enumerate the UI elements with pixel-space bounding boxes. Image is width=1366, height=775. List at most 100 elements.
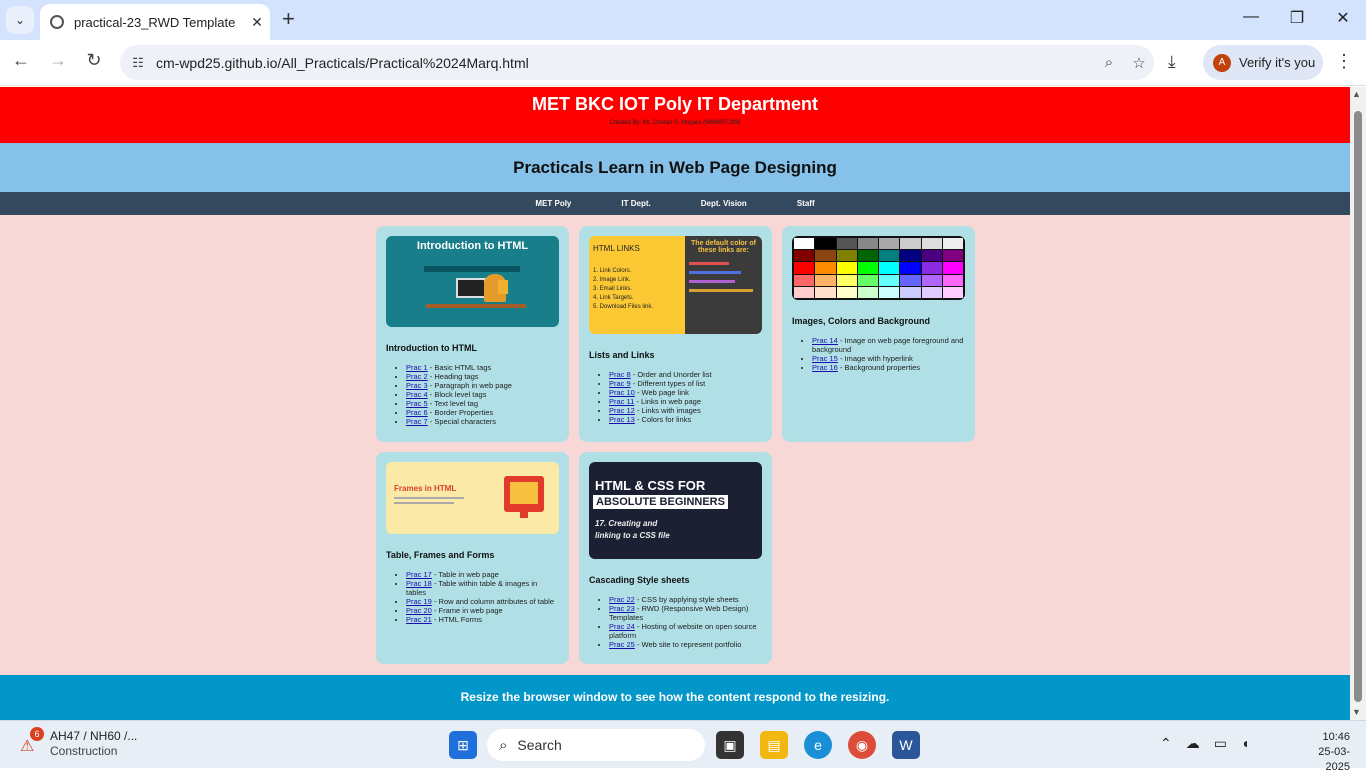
card-tables-frames: Frames in HTML Table, Frames and Forms P… [376,452,569,664]
prac-link[interactable]: Prac 12 [609,406,635,415]
close-window-button[interactable]: ✕ [1328,8,1358,28]
prac-link[interactable]: Prac 11 [609,397,634,406]
card-image[interactable]: HTML LINKS 1. Link Colors. 2. Image Link… [589,236,762,334]
prac-link[interactable]: Prac 23 [609,604,635,613]
onedrive-icon[interactable]: ☁ [1186,735,1200,752]
tray-chevron-icon[interactable]: ⌃ [1160,735,1172,752]
prac-link[interactable]: Prac 15 [812,354,838,363]
taskbar-search[interactable]: ⌕ Search [487,729,705,761]
prac-link[interactable]: Prac 25 [609,640,635,649]
prac-link[interactable]: Prac 4 [406,390,428,399]
color-table-image[interactable] [792,236,965,300]
tab-search-button[interactable]: ⌄ [6,6,34,34]
close-tab-icon[interactable]: ✕ [244,14,270,31]
list-item: Prac 1 - Basic HTML tags [406,363,559,372]
practical-list: Prac 22 - CSS by applying style sheets P… [589,595,762,649]
start-windows-icon[interactable]: ⊞ [449,731,477,759]
card-title: Cascading Style sheets [589,575,690,585]
prac-link[interactable]: Prac 13 [609,415,635,424]
browser-tab[interactable]: practical-23_RWD Template ✕ [40,4,270,40]
list-item: Prac 9 - Different types of list [609,379,762,388]
search-icon: ⌕ [499,736,508,754]
card-image[interactable]: Frames in HTML [386,462,559,534]
site-header: MET BKC IOT Poly IT Department Created B… [0,87,1350,143]
list-item: Prac 6 - Border Properties [406,408,559,417]
card-title: Images, Colors and Background [792,316,931,326]
taskbar: AH47 / NH60 /... Construction ⚠ 6 ⊞ ⌕ Se… [0,720,1366,773]
card-image[interactable]: HTML & CSS FOR ABSOLUTE BEGINNERS 17. Cr… [589,462,762,559]
profile-label: Verify it's you [1239,55,1316,70]
prac-link[interactable]: Prac 8 [609,370,631,379]
minimize-button[interactable]: — [1236,8,1266,26]
prac-link[interactable]: Prac 3 [406,381,428,390]
card-lists-links: HTML LINKS 1. Link Colors. 2. Image Link… [579,226,772,442]
reload-button[interactable]: ↻ [81,50,107,71]
card-intro-html: Introduction to HTML Introduction to HTM… [376,226,569,442]
nav-it-dept[interactable]: IT Dept. [596,199,675,208]
file-explorer-icon[interactable]: ▤ [760,731,788,759]
list-item: Prac 3 - Paragraph in web page [406,381,559,390]
zoom-icon[interactable]: ⌕ [1094,54,1124,71]
list-item: Prac 15 - Image with hyperlink [812,354,965,363]
profile-button[interactable]: A Verify it's you [1203,45,1323,80]
scroll-down-icon[interactable]: ▼ [1352,707,1361,717]
nav-dept-vision[interactable]: Dept. Vision [676,199,772,208]
restore-button[interactable]: ❐ [1282,8,1312,28]
clock[interactable]: 10:46 25-03-2025 [1300,730,1350,775]
word-icon[interactable]: W [892,731,920,759]
volume-icon[interactable]: ◖ [1241,735,1249,752]
prac-link[interactable]: Prac 17 [406,570,432,579]
prac-link[interactable]: Prac 18 [406,579,432,588]
page-scrollbar[interactable]: ▲ ▼ [1350,87,1366,720]
bookmark-star-icon[interactable]: ☆ [1124,54,1154,72]
prac-link[interactable]: Prac 22 [609,595,635,604]
prac-link[interactable]: Prac 21 [406,615,432,624]
omnibox[interactable]: ☷ cm-wpd25.github.io/All_Practicals/Prac… [120,45,1154,80]
image-caption-3: 17. Creating and linking to a CSS file [595,519,670,540]
list-item: Prac 23 - RWD (Responsive Web Design) Te… [609,604,762,622]
back-button[interactable]: ← [8,50,34,71]
list-item: Prac 20 - Frame in web page [406,606,559,615]
prac-link[interactable]: Prac 20 [406,606,432,615]
image-caption-2: ABSOLUTE BEGINNERS [593,495,728,509]
prac-link[interactable]: Prac 5 [406,399,428,408]
prac-link[interactable]: Prac 19 [406,597,432,606]
chrome-icon[interactable]: ◉ [848,731,876,759]
new-tab-button[interactable]: + [282,8,295,30]
practical-list: Prac 1 - Basic HTML tags Prac 2 - Headin… [386,363,559,426]
url-text[interactable]: cm-wpd25.github.io/All_Practicals/Practi… [156,55,1094,71]
prac-link[interactable]: Prac 14 [812,336,838,345]
list-item: Prac 19 - Row and column attributes of t… [406,597,559,606]
download-icon[interactable]: ⤓ [1168,52,1176,72]
card-image[interactable]: Introduction to HTML [386,236,559,327]
prac-link[interactable]: Prac 9 [609,379,631,388]
list-item: Prac 22 - CSS by applying style sheets [609,595,762,604]
prac-link[interactable]: Prac 2 [406,372,428,381]
image-caption: Introduction to HTML [416,240,529,252]
site-globe-icon [50,15,64,29]
clock-time: 10:46 [1322,731,1350,743]
nav-staff[interactable]: Staff [772,199,840,208]
list-item: Prac 2 - Heading tags [406,372,559,381]
edge-icon[interactable]: e [804,731,832,759]
tab-title: practical-23_RWD Template [74,14,236,30]
prac-link[interactable]: Prac 10 [609,388,635,397]
task-view-icon[interactable]: ▣ [716,731,744,759]
prac-link[interactable]: Prac 16 [812,363,838,372]
network-icon[interactable]: ▭ [1214,735,1227,752]
prac-link[interactable]: Prac 7 [406,417,428,426]
nav-met-poly[interactable]: MET Poly [510,199,596,208]
prac-link[interactable]: Prac 6 [406,408,428,417]
scroll-up-icon[interactable]: ▲ [1352,89,1361,99]
prac-link[interactable]: Prac 24 [609,622,635,631]
browser-menu-icon[interactable]: ⋮ [1334,51,1354,72]
forward-button[interactable]: → [45,50,71,71]
clock-date: 25-03-2025 [1318,746,1350,773]
list-item: Prac 24 - Hosting of website on open sou… [609,622,762,640]
prac-link[interactable]: Prac 1 [406,363,428,372]
site-nav: MET Poly IT Dept. Dept. Vision Staff [0,192,1350,215]
site-info-icon[interactable]: ☷ [120,55,156,71]
list-item: Prac 8 - Order and Unorder list [609,370,762,379]
scroll-thumb[interactable] [1354,111,1362,702]
list-item: Prac 7 - Special characters [406,417,559,426]
